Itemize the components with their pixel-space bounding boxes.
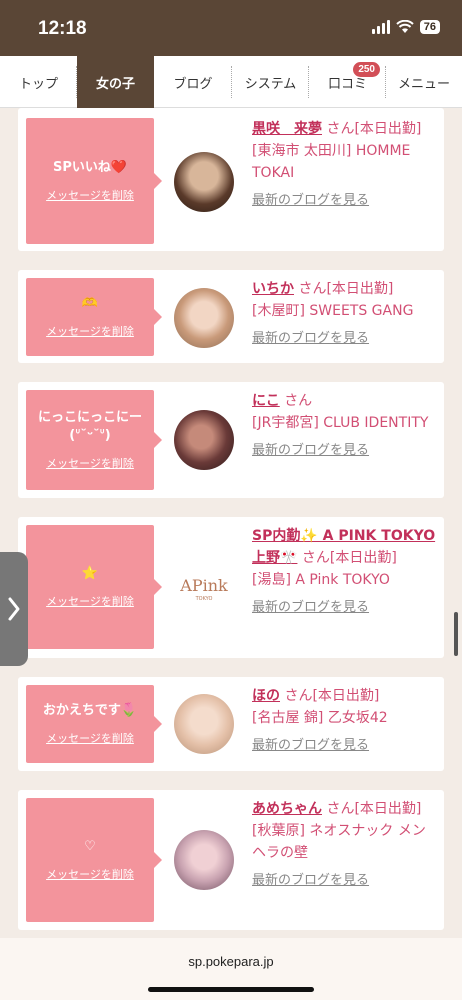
girl-avatar[interactable] — [174, 694, 234, 754]
girl-name-link[interactable]: 黒咲 来夢 — [252, 121, 322, 137]
message-card: おかえちです🌷 メッセージを削除 ほの さん[本日出勤] [名古屋 錦] 乙女坂… — [18, 677, 444, 771]
message-box: にっこにっこにー(ᐡ˘ᵕ˘ᐡ) メッセージを削除 — [26, 390, 162, 490]
apink-logo-icon: APink TOKYO — [179, 576, 228, 602]
message-card: にっこにっこにー(ᐡ˘ᵕ˘ᐡ) メッセージを削除 にこ さん [JR宇都宮] C… — [18, 382, 444, 498]
message-text: にっこにっこにー(ᐡ˘ᵕ˘ᐡ) — [37, 410, 142, 443]
message-text: ♡ — [84, 839, 96, 854]
message-card: ♡ メッセージを削除 あめちゃん さん[本日出勤] [秋葉原] ネオスナック メ… — [18, 790, 444, 930]
tab-blog[interactable]: ブログ — [154, 56, 232, 108]
tab-menu[interactable]: メニュー — [386, 56, 462, 108]
girl-info: ほの さん[本日出勤] [名古屋 錦] 乙女坂42 最新のブログを見る — [252, 685, 438, 757]
girl-info: いちか さん[本日出勤] [木屋町] SWEETS GANG 最新のブログを見る — [252, 278, 438, 350]
girl-status: さん — [284, 393, 313, 409]
tab-label: ブログ — [173, 76, 213, 92]
tab-label: メニュー — [397, 76, 450, 92]
delete-message-link[interactable]: メッセージを削除 — [46, 455, 134, 471]
shop-location: [東海市 太田川] HOMME TOKAI — [252, 143, 411, 181]
side-drawer-toggle[interactable] — [0, 552, 28, 666]
girl-name-link[interactable]: あめちゃん — [252, 801, 322, 817]
message-card: ⭐ メッセージを削除 APink TOKYO SP内勤✨ A PINK TOKY… — [18, 517, 444, 658]
latest-blog-link[interactable]: 最新のブログを見る — [252, 870, 438, 892]
battery-icon: 76 — [419, 20, 440, 34]
message-text: ⭐ — [81, 566, 99, 581]
shop-location: [木屋町] SWEETS GANG — [252, 303, 414, 319]
status-bar: 12:18 76 — [0, 0, 462, 56]
delete-message-link[interactable]: メッセージを削除 — [46, 866, 134, 882]
message-text: おかえちです🌷 — [42, 703, 138, 718]
girl-name-link[interactable]: いちか — [252, 281, 294, 297]
girl-info: あめちゃん さん[本日出勤] [秋葉原] ネオスナック メンヘラの壁 最新のブロ… — [252, 798, 438, 892]
girl-info: SP内勤✨ A PINK TOKYO上野🎌 さん[本日出勤] [湯島] A Pi… — [252, 525, 438, 619]
girl-status: さん[本日出勤] — [326, 121, 422, 137]
shop-location: [名古屋 錦] 乙女坂42 — [252, 710, 388, 726]
svg-text:APink: APink — [179, 576, 228, 595]
scrollbar[interactable] — [454, 612, 458, 656]
delete-message-link[interactable]: メッセージを削除 — [46, 730, 134, 746]
shop-location: [JR宇都宮] CLUB IDENTITY — [252, 415, 429, 431]
cellular-signal-icon — [371, 20, 390, 34]
wifi-icon — [396, 20, 414, 33]
home-indicator — [148, 987, 314, 992]
girl-avatar[interactable] — [174, 830, 234, 890]
girl-info: にこ さん [JR宇都宮] CLUB IDENTITY 最新のブログを見る — [252, 390, 438, 462]
shop-location: [湯島] A Pink TOKYO — [252, 572, 390, 588]
girl-avatar[interactable] — [174, 410, 234, 470]
tab-system[interactable]: システム — [232, 56, 309, 108]
latest-blog-link[interactable]: 最新のブログを見る — [252, 735, 438, 757]
message-box: ⭐ メッセージを削除 — [26, 525, 162, 649]
latest-blog-link[interactable]: 最新のブログを見る — [252, 440, 438, 462]
girl-status: さん[本日出勤] — [298, 281, 394, 297]
girl-avatar[interactable] — [174, 288, 234, 348]
shop-logo[interactable]: APink TOKYO — [174, 557, 234, 617]
message-text: 🫶 — [81, 296, 99, 311]
main-nav: トップ 女の子 ブログ システム 口コミ 250 メニュー — [0, 56, 462, 108]
girl-avatar[interactable] — [174, 152, 234, 212]
message-card: SPいいね❤️ メッセージを削除 黒咲 来夢 さん[本日出勤] [東海市 太田川… — [18, 108, 444, 251]
tab-label: トップ — [18, 76, 58, 92]
message-card: 🫶 メッセージを削除 いちか さん[本日出勤] [木屋町] SWEETS GAN… — [18, 270, 444, 363]
tab-label: 女の子 — [95, 76, 135, 92]
latest-blog-link[interactable]: 最新のブログを見る — [252, 597, 438, 619]
tab-girls[interactable]: 女の子 — [77, 56, 154, 108]
status-icons: 76 — [371, 20, 440, 34]
message-box: SPいいね❤️ メッセージを削除 — [26, 118, 162, 244]
girl-status: さん[本日出勤] — [284, 688, 380, 704]
browser-url-bar[interactable]: sp.pokepara.jp — [0, 938, 462, 1000]
message-box: おかえちです🌷 メッセージを削除 — [26, 685, 162, 763]
message-box: ♡ メッセージを削除 — [26, 798, 162, 922]
delete-message-link[interactable]: メッセージを削除 — [46, 593, 134, 609]
reviews-count-badge: 250 — [353, 62, 380, 77]
girl-info: 黒咲 来夢 さん[本日出勤] [東海市 太田川] HOMME TOKAI 最新の… — [252, 118, 438, 212]
shop-location: [秋葉原] ネオスナック メンヘラの壁 — [252, 823, 426, 861]
chevron-right-icon — [8, 597, 20, 621]
latest-blog-link[interactable]: 最新のブログを見る — [252, 190, 438, 212]
status-time: 12:18 — [38, 18, 87, 39]
girl-name-link[interactable]: にこ — [252, 393, 280, 409]
tab-label: システム — [244, 76, 297, 92]
tab-reviews[interactable]: 口コミ 250 — [309, 56, 386, 108]
message-text: SPいいね❤️ — [52, 160, 128, 175]
delete-message-link[interactable]: メッセージを削除 — [46, 323, 134, 339]
girl-name-link[interactable]: ほの — [252, 688, 280, 704]
svg-text:TOKYO: TOKYO — [195, 596, 213, 602]
girl-status: さん[本日出勤] — [326, 801, 422, 817]
girl-status: さん[本日出勤] — [301, 550, 397, 566]
message-box: 🫶 メッセージを削除 — [26, 278, 162, 356]
url-text: sp.pokepara.jp — [188, 954, 274, 969]
latest-blog-link[interactable]: 最新のブログを見る — [252, 328, 438, 350]
tab-top[interactable]: トップ — [0, 56, 77, 108]
delete-message-link[interactable]: メッセージを削除 — [46, 187, 134, 203]
